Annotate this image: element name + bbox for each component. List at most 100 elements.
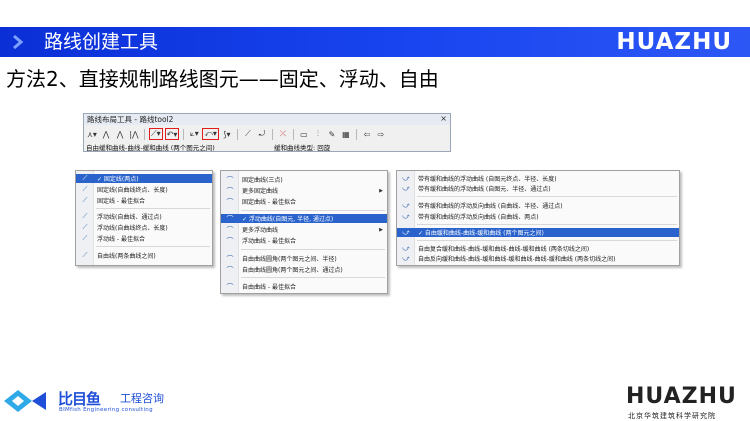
menu-item-floating-curve[interactable]: ⌒ ✓ 浮动曲线(自图元, 半径, 通过点) xyxy=(221,214,387,223)
toolbar-row: ⋏▾ ⋀ ⋀ |⋀ ⟋▾ ↶▾ ⟀▾ ⤺▾ ⟆▾ ⟋ ⤾ ⤫ ▭ ⫶ ✎ ▦ ⇦… xyxy=(86,127,387,141)
toolbar-window-title: 路线布局工具 - 路线tool2 xyxy=(84,114,450,125)
menu-separator xyxy=(96,246,210,247)
curve-icon: ⌒ xyxy=(226,254,234,263)
insert-pi-icon[interactable]: ⋀ xyxy=(100,128,112,140)
curve-tool-dropdown[interactable]: ↶▾ xyxy=(164,128,180,140)
line-menu: ⟋ ✓ 固定线(两点) ⟋ 固定线(自曲线终点、长度) ⟋ 固定线 - 最佳拟合 ⟋ 浮… xyxy=(75,170,213,266)
menu-item[interactable]: ⟋ 浮动线(自曲线终点、长度) xyxy=(76,223,212,232)
bimfish-cn-name: 比目鱼 xyxy=(58,390,101,408)
page-title: 路线创建工具 xyxy=(44,31,159,53)
spiral-icon: ⤻ xyxy=(402,201,410,209)
close-icon[interactable]: × xyxy=(440,114,447,123)
curve-icon: ⌒ xyxy=(226,265,234,274)
delete-pi-icon[interactable]: ⋀ xyxy=(114,128,126,140)
curve-menu: ⌒ 固定曲线(三点) ⌒ 更多固定曲线 ▶ ⌒ 固定曲线 - 最佳拟合 ⌒ ✓ 浮动曲线(… xyxy=(220,170,388,294)
curve-icon: ⌒ xyxy=(226,236,234,245)
submenu-arrow-icon: ▶ xyxy=(379,226,383,233)
line-icon: ⟋ xyxy=(82,212,88,220)
line-icon: ⟋ xyxy=(82,174,88,182)
menu-item[interactable]: ⤻ 自由反向缓和曲线-曲线-缓和曲线-缓和曲线-曲线-缓和曲线 (两条切线之间) xyxy=(397,254,679,263)
line-tool-dropdown[interactable]: ⟋▾ xyxy=(149,128,163,140)
grid-view-icon[interactable]: ▦ xyxy=(340,128,352,140)
curve-icon: ⌒ xyxy=(226,186,234,195)
line-icon: ⟋ xyxy=(82,234,88,242)
toolbar-separator xyxy=(183,128,185,140)
menu-item[interactable]: ⤻ 带有缓和曲线的浮动曲线 (自图元终点、半径、长度) xyxy=(397,174,679,183)
menu-item[interactable]: ⌒ 自由曲线 - 最佳拟合 xyxy=(221,282,387,292)
header-bar: 路线创建工具 HUAZHU xyxy=(0,27,750,57)
toolbar-separator xyxy=(236,128,238,140)
curve-icon: ⌒ xyxy=(226,282,234,291)
menu-item[interactable]: ⟋ 浮动线(自曲线、通过点) xyxy=(76,212,212,221)
break-apart-icon[interactable]: |⋀ xyxy=(128,128,140,140)
menu-separator xyxy=(96,208,210,209)
edit-icon[interactable]: ✎ xyxy=(326,128,338,140)
select-element-icon[interactable]: ▭ xyxy=(298,128,310,140)
undo-icon[interactable]: ⇦ xyxy=(361,128,373,140)
spiral-icon: ⤻ xyxy=(402,184,410,192)
menu-separator xyxy=(417,224,677,225)
menu-item[interactable]: ⌒ 自由曲线圆角(两个图元之间、通过点) xyxy=(221,265,387,275)
spiral-icon: ⤻ xyxy=(402,254,410,262)
menu-item[interactable]: ⟋ 固定线(自曲线终点、长度) xyxy=(76,185,212,194)
toolbar-status-right: 缓和曲线类型: 回旋 xyxy=(274,144,331,152)
delete-entity-icon[interactable]: ⤫ xyxy=(277,128,289,140)
curve-icon: ⌒ xyxy=(226,214,234,223)
menu-item[interactable]: ⌒ 更多固定曲线 ▶ xyxy=(221,186,387,196)
alignment-layout-toolbar: 路线布局工具 - 路线tool2 × ⋏▾ ⋀ ⋀ |⋀ ⟋▾ ↶▾ ⟀▾ ⤺▾… xyxy=(83,113,451,152)
menu-item[interactable]: ⌒ 更多浮动曲线 ▶ xyxy=(221,225,387,235)
line-curve-spiral-icon[interactable]: ⟀▾ xyxy=(188,128,200,140)
menu-item-fixed-line-two-points[interactable]: ⟋ ✓ 固定线(两点) xyxy=(76,174,212,183)
toolbar-separator xyxy=(144,128,145,140)
convert-icon[interactable]: ⟋ xyxy=(242,128,254,140)
reverse-direction-icon[interactable]: ⤾ xyxy=(256,128,268,140)
fish-logo-icon xyxy=(4,390,46,412)
bimfish-en-name: BIMfish Engineering consulting xyxy=(59,407,153,413)
menu-item[interactable]: ⤻ 自由复合缓和曲线-曲线-缓和曲线-曲线-缓和曲线 (两条切线之间) xyxy=(397,244,679,253)
menu-separator xyxy=(241,249,385,250)
spiral-icon: ⤻ xyxy=(402,244,410,252)
menu-item[interactable]: ⌒ 浮动曲线 - 最佳拟合 xyxy=(221,236,387,246)
menu-item[interactable]: ⤻ 带有缓和曲线的浮动曲线 (自图元、半径、通过点) xyxy=(397,184,679,193)
toolbar-separator xyxy=(271,128,273,140)
pi-tool-icon[interactable]: ⋏▾ xyxy=(86,128,98,140)
huazhu-footer-cn: 北京华筑建筑科学研究院 xyxy=(628,412,716,420)
huazhu-logo: HUAZHU xyxy=(616,29,732,55)
spiral-tool-dropdown[interactable]: ⤺▾ xyxy=(202,128,219,140)
huazhu-footer-logo: HUAZHU 北京华筑建筑科学研究院 xyxy=(622,384,750,420)
reverse-curve-icon[interactable]: ⟆▾ xyxy=(221,128,233,140)
spiral-icon: ⤻ xyxy=(402,212,410,220)
menu-item[interactable]: ⟋ 固定线 - 最佳拟合 xyxy=(76,196,212,205)
line-icon: ⟋ xyxy=(82,223,88,231)
line-icon: ⟋ xyxy=(82,251,88,259)
curve-icon: ⌒ xyxy=(226,225,234,234)
line-icon: ⟋ xyxy=(82,196,88,204)
menu-separator xyxy=(417,240,677,241)
submenu-arrow-icon: ▶ xyxy=(379,187,383,194)
menu-item[interactable]: ⟋ 自由线(两条曲线之间) xyxy=(76,251,212,260)
toolbar-status-left: 自由缓和曲线-曲线-缓和曲线 (两个图元之间) xyxy=(86,144,215,152)
bimfish-cn-subtitle: 工程咨询 xyxy=(120,392,164,405)
spiral-icon: ⤻ xyxy=(402,174,410,182)
huazhu-footer-wordmark: HUAZHU xyxy=(626,384,737,409)
menu-separator xyxy=(241,210,385,211)
toolbar-separator xyxy=(292,128,294,140)
menu-item[interactable]: ⟋ 浮动线 - 最佳拟合 xyxy=(76,234,212,243)
curve-icon: ⌒ xyxy=(226,197,234,206)
spiral-icon: ⤻ xyxy=(402,228,410,236)
menu-item[interactable]: ⌒ 自由曲线圆角(两个图元之间、半径) xyxy=(221,254,387,264)
menu-item[interactable]: ⤻ 带有缓和曲线的浮动反向曲线 (自曲线、半径、通过点) xyxy=(397,201,679,210)
curve-icon: ⌒ xyxy=(226,175,234,184)
menu-item[interactable]: ⤻ 带有缓和曲线的浮动反向曲线 (自曲线、两点) xyxy=(397,212,679,221)
redo-icon[interactable]: ⇨ xyxy=(375,128,387,140)
line-icon: ⟋ xyxy=(82,185,88,193)
menu-separator xyxy=(417,196,677,197)
menu-item-free-spiral-curve-spiral[interactable]: ⤻ ✓ 自由缓和曲线-曲线-缓和曲线 (两个图元之间) xyxy=(397,228,679,237)
menu-item[interactable]: ⌒ 固定曲线(三点) xyxy=(221,175,387,185)
chevron-right-icon xyxy=(13,34,24,50)
toolbar-separator xyxy=(355,128,357,140)
section-subtitle: 方法2、直接规制路线图元——固定、浮动、自由 xyxy=(6,67,439,91)
sub-entity-editor-icon[interactable]: ⫶ xyxy=(312,128,324,140)
bimfish-logo: 比目鱼 工程咨询 BIMfish Engineering consulting xyxy=(2,386,202,416)
menu-item[interactable]: ⌒ 固定曲线 - 最佳拟合 xyxy=(221,197,387,207)
